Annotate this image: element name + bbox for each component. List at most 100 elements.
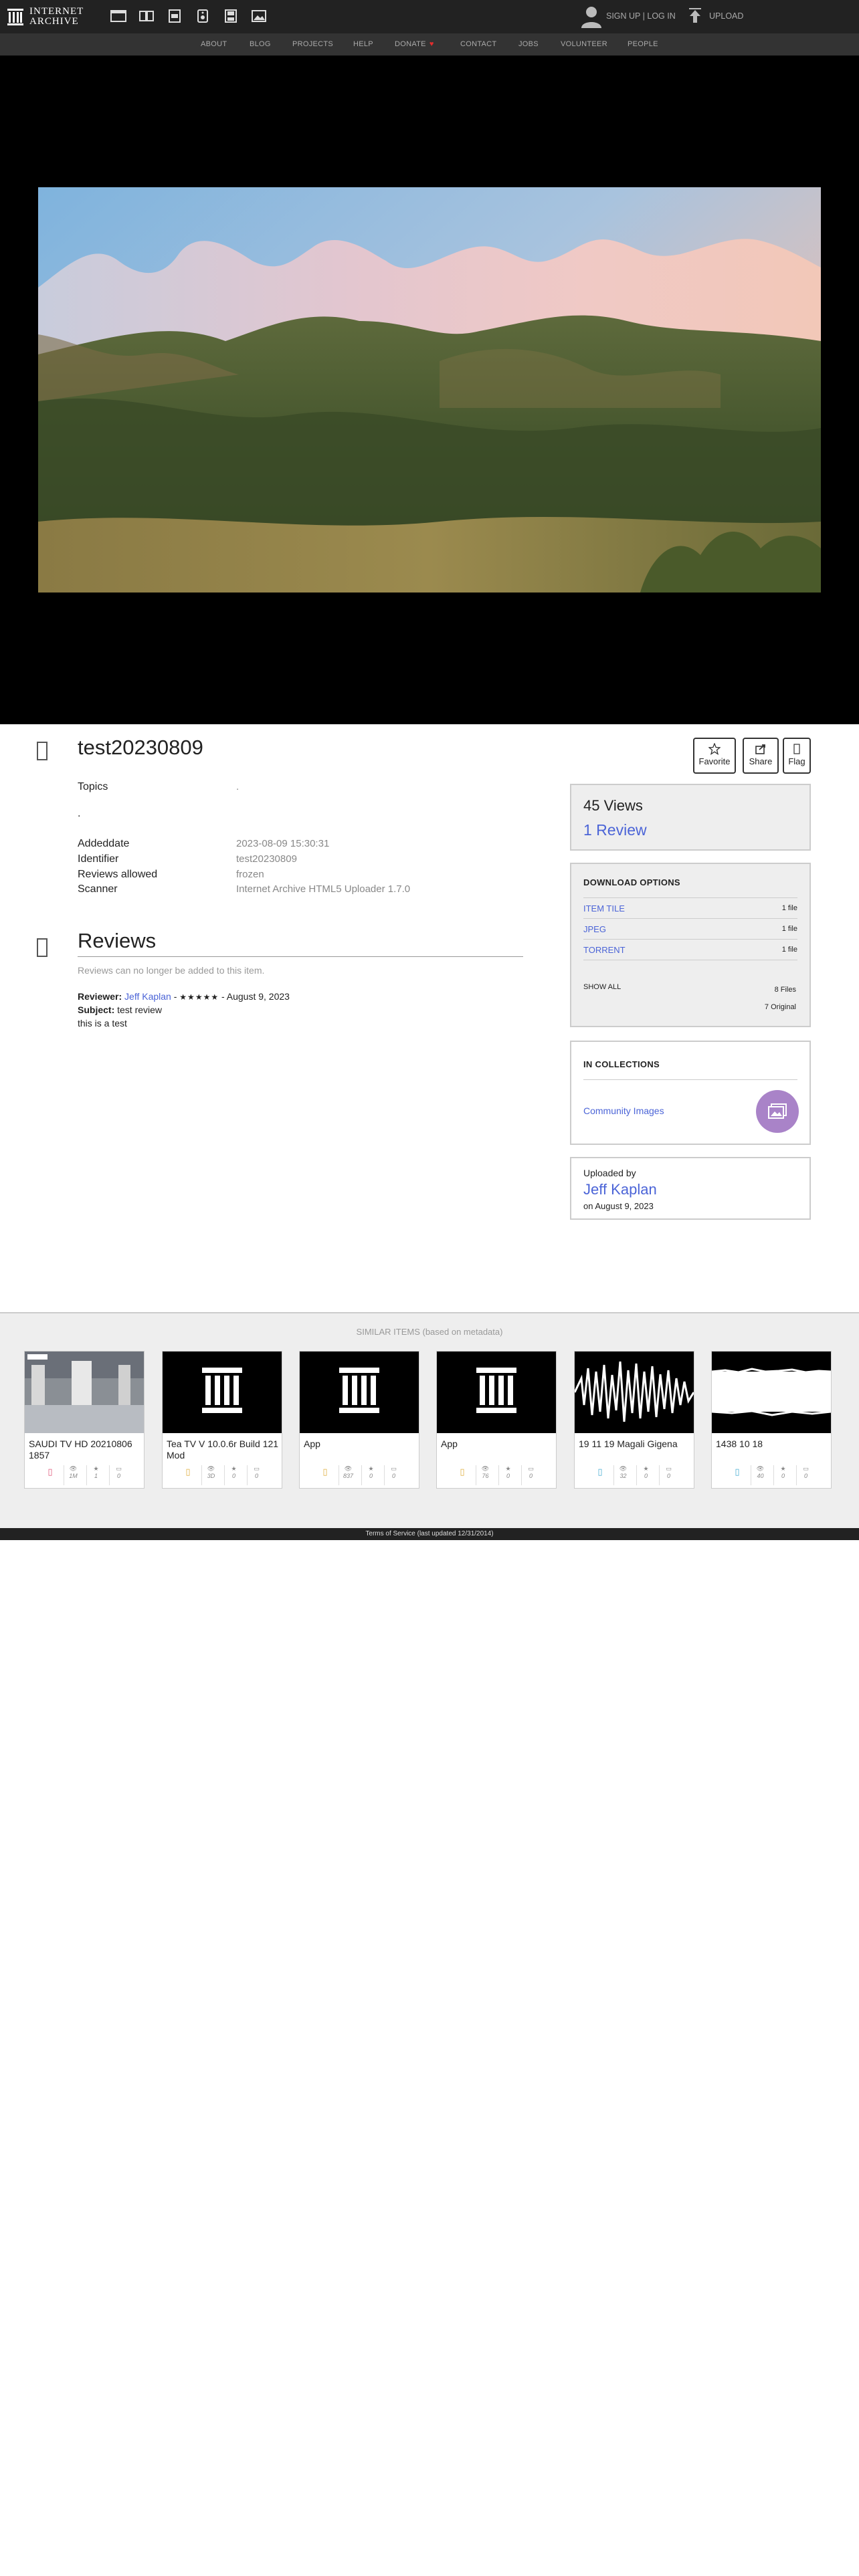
original-count: 7 Original — [764, 1003, 796, 1011]
tile-favorites: ★ 0 — [636, 1465, 655, 1485]
similar-item-tile[interactable]: App ▯ 👁 837 ★ 0 ▭ 0 — [299, 1351, 419, 1489]
tile-views: 👁 837 — [339, 1465, 357, 1485]
tile-title: App — [304, 1438, 320, 1449]
tile-stats: ▯ 👁 837 ★ 0 ▭ 0 — [300, 1465, 419, 1485]
reviews-heading: Reviews — [78, 929, 157, 952]
upload-icon[interactable] — [688, 8, 702, 25]
similar-item-tile[interactable]: 1438 10 18 ▯ 👁 40 ★ 0 ▭ 0 — [711, 1351, 832, 1489]
images-icon[interactable] — [250, 7, 268, 25]
share-button[interactable]: Share — [743, 738, 779, 774]
reviewer-label: Reviewer: — [78, 991, 122, 1002]
tile-title: App — [441, 1438, 458, 1449]
web-icon[interactable] — [110, 7, 127, 25]
audio-icon: ▯ — [597, 1467, 603, 1477]
similar-heading: SIMILAR ITEMS (based on metadata) — [356, 1327, 503, 1337]
nav-blog[interactable]: BLOG — [250, 40, 271, 48]
views-count: 45 Views — [583, 797, 643, 814]
internet-archive-logo[interactable]: INTERNET ARCHIVE — [7, 5, 84, 28]
flag-label: Flag — [788, 756, 805, 766]
heart-icon: ♥ — [429, 40, 434, 48]
tile-stats: ▯ 👁 3D ★ 0 ▭ 0 — [163, 1465, 282, 1485]
software-icon[interactable] — [222, 7, 240, 25]
tile-reviews: ▭ 0 — [521, 1465, 540, 1485]
video-icon[interactable] — [166, 7, 183, 25]
collections-box: IN COLLECTIONS Community Images — [570, 1041, 811, 1145]
nav-jobs[interactable]: JOBS — [518, 40, 539, 48]
tile-title: SAUDI TV HD 20210806 1857 — [29, 1438, 132, 1461]
tile-views: 👁 1M — [64, 1465, 82, 1485]
nav-help[interactable]: HELP — [353, 40, 373, 48]
signup-login-link[interactable]: SIGN UP | LOG IN — [606, 11, 676, 21]
subject-text: test review — [117, 1004, 163, 1015]
tile-reviews: ▭ 0 — [659, 1465, 678, 1485]
terms-footer-link[interactable]: Terms of Service (last updated 12/31/201… — [0, 1528, 859, 1540]
similar-item-tile[interactable]: 19 11 19 Magali Gigena ▯ 👁 32 ★ 0 ▭ 0 — [574, 1351, 694, 1489]
reviews-allowed-label: Reviews allowed — [78, 869, 158, 880]
main-image[interactable] — [38, 187, 821, 593]
similar-item-tile[interactable]: SAUDI TV HD 20210806 1857 ▯ 👁 1M ★ 1 ▭ 0 — [24, 1351, 145, 1489]
tile-title: 1438 10 18 — [716, 1438, 763, 1449]
tile-stats: ▯ 👁 1M ★ 1 ▭ 0 — [25, 1465, 144, 1485]
tile-reviews: ▭ 0 — [247, 1465, 266, 1485]
top-bar: INTERNET ARCHIVE SIGN UP | LOG IN UPLOAD — [0, 0, 859, 33]
nav-bar: ABOUT BLOG PROJECTS HELP DONATE ♥ CONTACT… — [0, 33, 859, 56]
uploader-link[interactable]: Jeff Kaplan — [583, 1181, 657, 1198]
tile-title: Tea TV V 10.0.6r Build 121 Mod — [167, 1438, 279, 1461]
collection-thumbnail[interactable] — [756, 1090, 799, 1133]
tile-favorites: ★ 0 — [498, 1465, 517, 1485]
tile-favorites: ★ 0 — [773, 1465, 792, 1485]
tile-reviews: ▭ 0 — [384, 1465, 403, 1485]
tile-stats: ▯ 👁 76 ★ 0 ▭ 0 — [437, 1465, 556, 1485]
collections-divider — [583, 1079, 797, 1080]
tile-stats: ▯ 👁 40 ★ 0 ▭ 0 — [712, 1465, 831, 1485]
software-icon: ▯ — [460, 1467, 465, 1477]
tile-views: 👁 76 — [476, 1465, 494, 1485]
nav-people[interactable]: PEOPLE — [628, 40, 658, 48]
image-type-icon — [37, 742, 47, 760]
flag-button[interactable]: Flag — [783, 738, 811, 774]
review-body: this is a test — [78, 1018, 127, 1029]
upload-link[interactable]: UPLOAD — [709, 11, 743, 21]
download-item-tile[interactable]: ITEM TILE — [583, 903, 625, 914]
topics-label: Topics — [78, 781, 108, 792]
logo-line1: INTERNET — [29, 6, 84, 17]
download-count: 1 file — [781, 925, 797, 933]
collections-heading: IN COLLECTIONS — [583, 1059, 660, 1069]
reviews-divider — [78, 956, 523, 957]
download-heading: DOWNLOAD OPTIONS — [583, 877, 680, 887]
nav-donate[interactable]: DONATE ♥ — [395, 40, 434, 48]
audio-icon[interactable] — [194, 7, 211, 25]
archive-logo-icon — [7, 9, 23, 25]
tile-favorites: ★ 1 — [86, 1465, 105, 1485]
share-label: Share — [749, 756, 773, 766]
nav-contact[interactable]: CONTACT — [460, 40, 496, 48]
show-all-link[interactable]: SHOW ALL — [583, 983, 621, 991]
nav-volunteer[interactable]: VOLUNTEER — [561, 40, 607, 48]
nav-projects[interactable]: PROJECTS — [292, 40, 333, 48]
user-icon[interactable] — [579, 4, 603, 29]
similar-item-tile[interactable]: Tea TV V 10.0.6r Build 121 Mod ▯ 👁 3D ★ 0 … — [162, 1351, 282, 1489]
review-subject: Subject: test review — [78, 1004, 162, 1015]
nav-about[interactable]: ABOUT — [201, 40, 227, 48]
reviews-link[interactable]: 1 Review — [583, 821, 647, 839]
share-icon — [744, 743, 777, 755]
identifier-value: test20230809 — [236, 853, 297, 865]
download-row: TORRENT 1 file — [583, 939, 797, 959]
download-torrent[interactable]: TORRENT — [583, 945, 626, 955]
star-icon — [694, 742, 735, 755]
similar-item-tile[interactable]: App ▯ 👁 76 ★ 0 ▭ 0 — [436, 1351, 557, 1489]
download-jpeg[interactable]: JPEG — [583, 924, 606, 934]
reviewer-link[interactable]: Jeff Kaplan — [124, 991, 171, 1002]
image-theatre — [0, 56, 859, 724]
logo-line2: ARCHIVE — [29, 16, 79, 27]
tile-stats: ▯ 👁 32 ★ 0 ▭ 0 — [575, 1465, 694, 1485]
collection-link[interactable]: Community Images — [583, 1105, 664, 1116]
favorite-button[interactable]: Favorite — [693, 738, 736, 774]
identifier-label: Identifier — [78, 853, 119, 865]
review-stars: ★★★★★ — [179, 992, 219, 1002]
texts-icon[interactable] — [138, 7, 155, 25]
topics-value[interactable]: . — [236, 781, 239, 792]
download-count: 1 file — [781, 904, 797, 912]
tile-thumbnail — [437, 1352, 556, 1433]
tile-thumbnail — [575, 1352, 694, 1433]
